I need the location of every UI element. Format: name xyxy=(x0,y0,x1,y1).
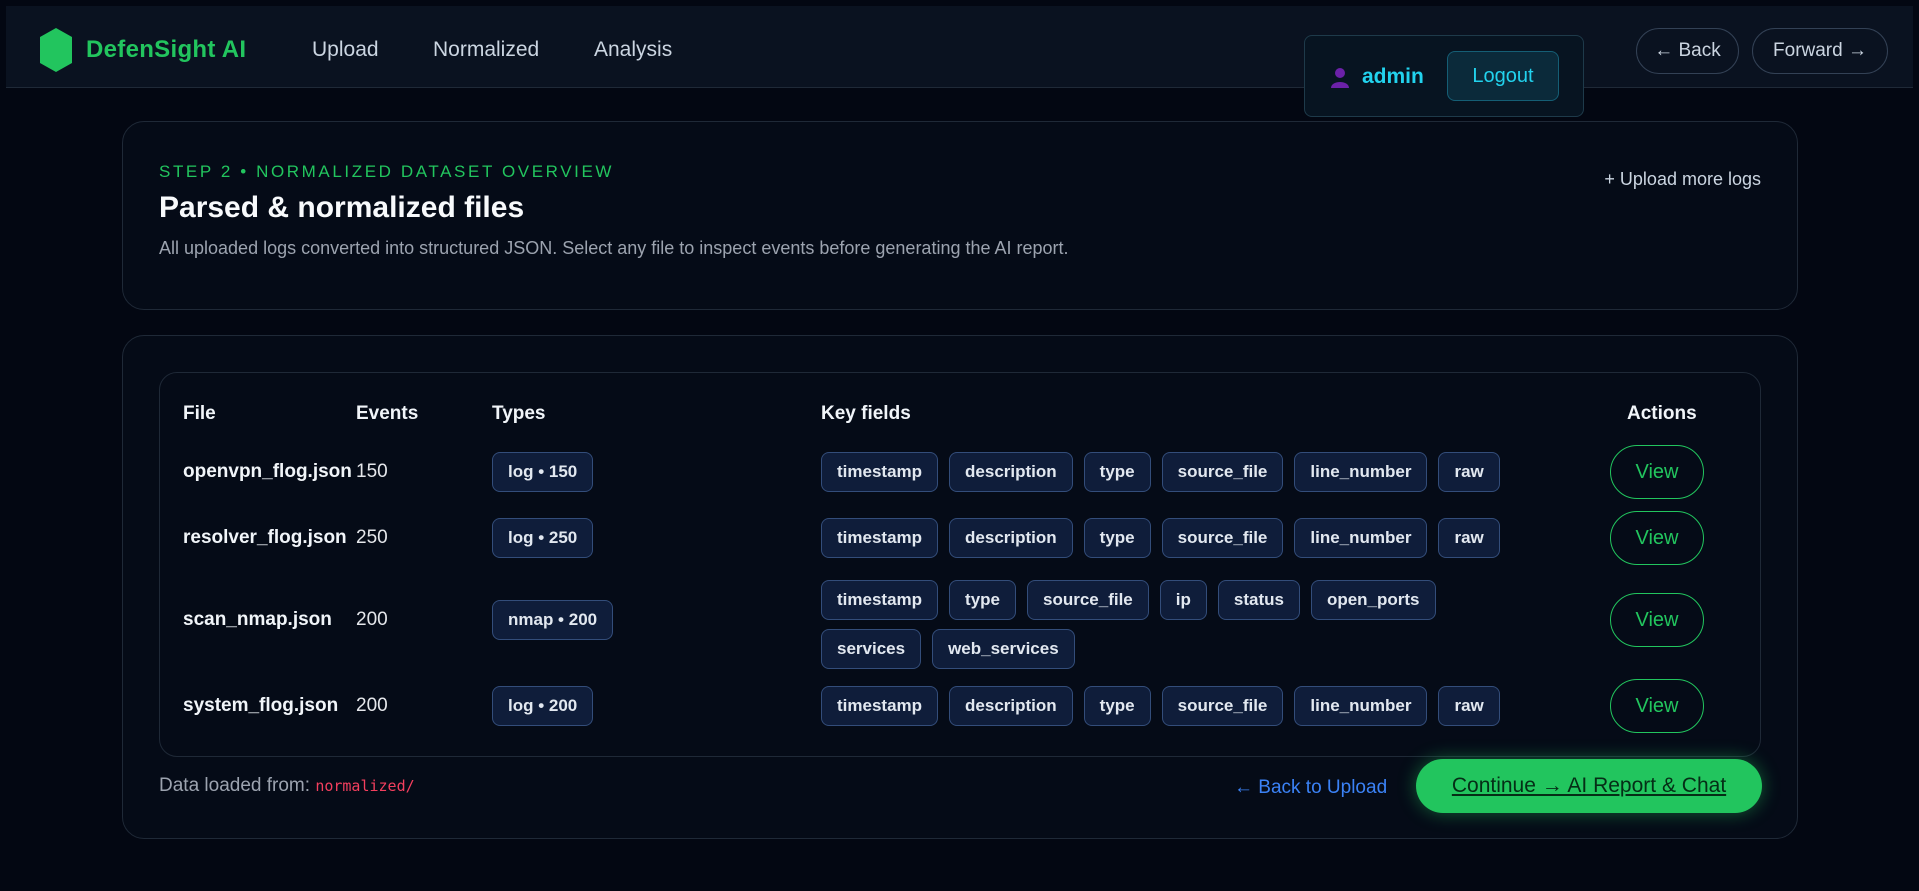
data-path: normalized/ xyxy=(315,777,415,795)
field-chip: source_file xyxy=(1027,580,1149,620)
field-chip: timestamp xyxy=(821,580,939,620)
table-row: system_flog.json 200 log • 200 timestamp… xyxy=(160,679,1760,733)
type-chip: log • 200 xyxy=(492,686,594,726)
field-chip: timestamp xyxy=(821,518,939,558)
user-menu: admin Logout xyxy=(1304,35,1584,117)
field-chip: description xyxy=(949,686,1073,726)
field-chip: source_file xyxy=(1161,452,1284,492)
key-fields: timestamp description type source_file l… xyxy=(821,452,1541,492)
header-types: Types xyxy=(492,403,546,424)
event-count: 200 xyxy=(356,695,388,716)
field-chip: raw xyxy=(1438,686,1500,726)
field-chip: line_number xyxy=(1294,686,1428,726)
files-table: File Events Types Key fields Actions ope… xyxy=(159,372,1761,757)
back-button[interactable]: ← Back xyxy=(1636,28,1739,74)
field-chip: open_ports xyxy=(1310,580,1436,620)
files-panel: File Events Types Key fields Actions ope… xyxy=(122,335,1798,839)
view-button[interactable]: View xyxy=(1610,445,1704,499)
field-chip: description xyxy=(949,452,1073,492)
file-name: resolver_flog.json xyxy=(183,527,347,548)
field-chip: source_file xyxy=(1161,686,1284,726)
field-chip: raw xyxy=(1438,518,1500,558)
event-count: 200 xyxy=(356,609,388,630)
type-chip: nmap • 200 xyxy=(492,600,614,640)
field-chip: services xyxy=(821,629,922,669)
upload-more-logs-link[interactable]: + Upload more logs xyxy=(1604,169,1761,190)
nav-link-analysis[interactable]: Analysis xyxy=(594,38,672,62)
view-button[interactable]: View xyxy=(1610,593,1704,647)
field-chip: type xyxy=(1083,452,1151,492)
field-chip: line_number xyxy=(1294,452,1428,492)
step-label: STEP 2 • NORMALIZED DATASET OVERVIEW xyxy=(159,162,615,181)
nav-link-normalized[interactable]: Normalized xyxy=(433,38,539,62)
field-chip: type xyxy=(1083,686,1151,726)
field-chip: line_number xyxy=(1294,518,1428,558)
header-file: File xyxy=(183,403,216,424)
logout-button[interactable]: Logout xyxy=(1447,51,1559,101)
overview-panel: STEP 2 • NORMALIZED DATASET OVERVIEW Par… xyxy=(122,121,1798,310)
field-chip: ip xyxy=(1159,580,1207,620)
page-subtitle: All uploaded logs converted into structu… xyxy=(159,238,1069,258)
data-loaded-label: Data loaded from: xyxy=(159,775,311,796)
field-chip: timestamp xyxy=(821,452,939,492)
view-button[interactable]: View xyxy=(1610,511,1704,565)
file-name: system_flog.json xyxy=(183,695,339,716)
field-chip: source_file xyxy=(1161,518,1284,558)
key-fields: timestamp description type source_file l… xyxy=(821,686,1541,726)
field-chip: description xyxy=(949,518,1073,558)
header-key-fields: Key fields xyxy=(821,403,911,424)
table-row: scan_nmap.json 200 nmap • 200 timestamp … xyxy=(160,574,1760,669)
username: admin xyxy=(1362,65,1424,88)
brand-name: DefenSight AI xyxy=(86,36,247,63)
data-source-note: Data loaded from: normalized/ xyxy=(159,775,415,797)
page-title: Parsed & normalized files xyxy=(159,191,525,224)
view-button[interactable]: View xyxy=(1610,679,1704,733)
key-fields: timestamp type source_file ip status ope… xyxy=(821,580,1541,669)
field-chip: type xyxy=(1083,518,1151,558)
continue-ai-report-button[interactable]: Continue → AI Report & Chat xyxy=(1416,759,1762,813)
table-row: resolver_flog.json 250 log • 250 timesta… xyxy=(160,511,1760,565)
field-chip: type xyxy=(949,580,1016,620)
field-chip: web_services xyxy=(932,629,1075,669)
table-row: openvpn_flog.json 150 log • 150 timestam… xyxy=(160,445,1760,499)
type-chip: log • 250 xyxy=(492,518,594,558)
field-chip: raw xyxy=(1438,452,1500,492)
top-navbar: DefenSight AI Upload Normalized Analysis… xyxy=(6,6,1913,88)
brand[interactable]: DefenSight AI xyxy=(40,28,246,72)
nav-link-upload[interactable]: Upload xyxy=(312,38,379,62)
key-fields: timestamp description type source_file l… xyxy=(821,518,1541,558)
hexagon-logo-icon xyxy=(40,28,72,72)
type-chip: log • 150 xyxy=(492,452,594,492)
event-count: 250 xyxy=(356,527,388,548)
header-events: Events xyxy=(356,403,419,424)
event-count: 150 xyxy=(356,461,388,482)
file-name: openvpn_flog.json xyxy=(183,461,352,482)
header-actions: Actions xyxy=(1627,403,1697,424)
forward-button[interactable]: Forward → xyxy=(1752,28,1888,74)
user-avatar-icon xyxy=(1331,68,1349,88)
back-to-upload-link[interactable]: ← Back to Upload xyxy=(1234,777,1387,799)
file-name: scan_nmap.json xyxy=(183,609,332,630)
field-chip: status xyxy=(1217,580,1300,620)
field-chip: timestamp xyxy=(821,686,939,726)
